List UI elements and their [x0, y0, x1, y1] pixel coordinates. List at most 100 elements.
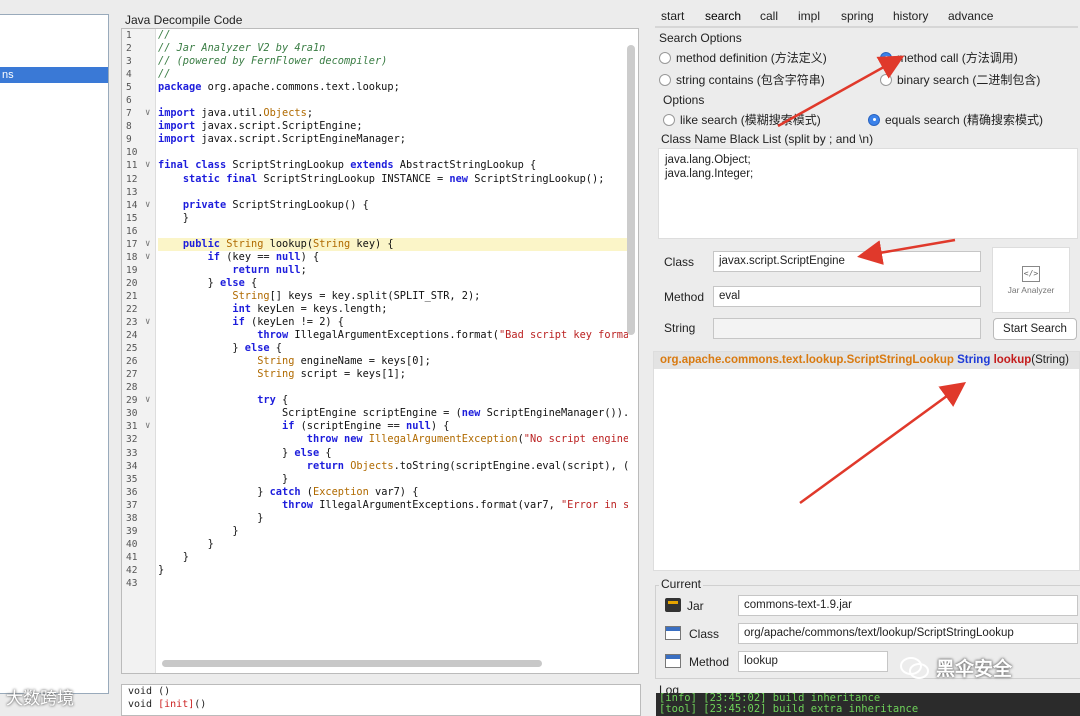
code-line[interactable]: String script = keys[1]; [158, 368, 628, 381]
code-line[interactable]: throw new IllegalArgumentException("No s… [158, 433, 628, 446]
code-line[interactable]: // [158, 29, 628, 42]
code-line[interactable] [158, 186, 628, 199]
fold-toggle-icon[interactable]: ∨ [145, 107, 150, 120]
code-line[interactable]: throw IllegalArgumentExceptions.format("… [158, 329, 628, 342]
code-horizontal-scrollbar[interactable] [162, 660, 542, 667]
start-search-button[interactable]: Start Search [993, 318, 1077, 340]
line-number: 15 [126, 212, 138, 224]
code-line[interactable]: } else { [158, 342, 628, 355]
line-number: 27 [126, 369, 138, 381]
code-line[interactable]: return null; [158, 264, 628, 277]
line-number: 19 [126, 264, 138, 276]
code-line[interactable]: final class ScriptStringLookup extends A… [158, 159, 628, 172]
fold-toggle-icon[interactable]: ∨ [145, 238, 150, 251]
code-line[interactable]: ScriptEngine scriptEngine = (new ScriptE… [158, 407, 628, 420]
tree-item-selected[interactable]: ns [0, 67, 108, 83]
tab-history[interactable]: history [893, 9, 928, 23]
code-line[interactable]: } catch (Exception var7) { [158, 486, 628, 499]
string-input[interactable] [713, 318, 981, 339]
tab-call[interactable]: call [760, 9, 778, 23]
method-list[interactable]: void () void [init]() [121, 684, 641, 716]
code-line[interactable]: String engineName = keys[0]; [158, 355, 628, 368]
tab-search[interactable]: search [705, 9, 741, 23]
method-list-item[interactable]: void [init]() [122, 698, 640, 711]
code-line[interactable]: // [158, 68, 628, 81]
code-line[interactable]: // (powered by FernFlower decompiler) [158, 55, 628, 68]
method-input[interactable]: eval [713, 286, 981, 307]
tab-impl[interactable]: impl [798, 9, 820, 23]
radio-indicator [659, 73, 671, 86]
tab-start[interactable]: start [661, 9, 684, 23]
fold-toggle-icon[interactable]: ∨ [145, 316, 150, 329]
code-line[interactable]: import java.util.Objects; [158, 107, 628, 120]
fold-toggle-icon[interactable]: ∨ [145, 159, 150, 172]
tab-spring[interactable]: spring [841, 9, 874, 23]
line-number: 37 [126, 499, 138, 511]
current-title: Current [659, 577, 704, 591]
current-method-value[interactable]: lookup [738, 651, 888, 672]
log-console[interactable]: [info] [23:45:02] build inheritance [too… [656, 693, 1080, 716]
radio-method-definition[interactable]: method definition (方法定义) [659, 49, 827, 66]
code-line[interactable]: if (keyLen != 2) { [158, 316, 628, 329]
radio-like-search[interactable]: like search (模糊搜索模式) [663, 111, 821, 128]
fold-toggle-icon[interactable]: ∨ [145, 420, 150, 433]
code-line[interactable]: throw IllegalArgumentExceptions.format(v… [158, 499, 628, 512]
fold-toggle-icon[interactable]: ∨ [145, 394, 150, 407]
radio-binary-search[interactable]: binary search (二进制包含) [880, 71, 1040, 88]
code-text-area[interactable]: //// Jar Analyzer V2 by 4ra1n// (powered… [158, 29, 628, 673]
radio-method-call[interactable]: method call (方法调用) [880, 49, 1018, 66]
code-line[interactable]: } [158, 512, 628, 525]
line-number: 1 [126, 30, 132, 41]
code-line[interactable]: // Jar Analyzer V2 by 4ra1n [158, 42, 628, 55]
left-tree-panel[interactable]: ns [0, 14, 109, 694]
code-line[interactable]: return Objects.toString(scriptEngine.eva… [158, 460, 628, 473]
code-line[interactable]: public String lookup(String key) { [158, 237, 628, 251]
radio-indicator-selected [880, 51, 892, 64]
code-line[interactable]: private ScriptStringLookup() { [158, 199, 628, 212]
jar-analyzer-logo: </> Jar Analyzer [992, 247, 1070, 313]
blacklist-textarea[interactable]: java.lang.Object; java.lang.Integer; [658, 148, 1078, 239]
code-line[interactable]: } [158, 538, 628, 551]
code-line[interactable]: } [158, 525, 628, 538]
code-line[interactable]: import javax.script.ScriptEngine; [158, 120, 628, 133]
current-jar-label: Jar [687, 599, 704, 613]
search-results-list[interactable]: org.apache.commons.text.lookup.ScriptStr… [653, 351, 1080, 571]
line-number: 8 [126, 121, 132, 133]
method-list-item[interactable]: void () [122, 685, 640, 698]
code-line[interactable]: String[] keys = key.split(SPLIT_STR, 2); [158, 290, 628, 303]
result-item[interactable]: org.apache.commons.text.lookup.ScriptStr… [654, 352, 1079, 369]
line-number: 33 [126, 447, 138, 459]
line-number: 10 [126, 147, 138, 159]
code-line[interactable]: static final ScriptStringLookup INSTANCE… [158, 173, 628, 186]
code-line[interactable]: } [158, 564, 628, 577]
code-line[interactable]: package org.apache.commons.text.lookup; [158, 81, 628, 94]
code-line[interactable]: if (key == null) { [158, 251, 628, 264]
code-line[interactable]: if (scriptEngine == null) { [158, 420, 628, 433]
code-editor[interactable]: 1 2 3 4 5 6 7 ∨ 8 9 10 11 ∨ 12 13 14 ∨ 15 16 17 ∨ 18 ∨ 19 20 21 22… [121, 28, 639, 674]
current-class-value[interactable]: org/apache/commons/text/lookup/ScriptStr… [738, 623, 1078, 644]
line-number: 22 [126, 303, 138, 315]
class-input[interactable]: javax.script.ScriptEngine [713, 251, 981, 272]
code-line[interactable]: } else { [158, 277, 628, 290]
code-line[interactable]: } else { [158, 447, 628, 460]
code-line[interactable]: int keyLen = keys.length; [158, 303, 628, 316]
code-vertical-scrollbar[interactable] [627, 45, 635, 335]
code-line[interactable]: } [158, 551, 628, 564]
current-jar-value[interactable]: commons-text-1.9.jar [738, 595, 1078, 616]
code-line[interactable] [158, 146, 628, 159]
radio-string-contains[interactable]: string contains (包含字符串) [659, 71, 825, 88]
code-line[interactable]: try { [158, 394, 628, 407]
radio-equals-search[interactable]: equals search (精确搜索模式) [868, 111, 1043, 128]
fold-toggle-icon[interactable]: ∨ [145, 199, 150, 212]
code-line[interactable]: } [158, 212, 628, 225]
tab-advance[interactable]: advance [948, 9, 993, 23]
current-method-label: Method [689, 655, 730, 669]
code-line[interactable] [158, 225, 628, 238]
code-line[interactable] [158, 381, 628, 394]
code-line[interactable]: } [158, 473, 628, 486]
fold-toggle-icon[interactable]: ∨ [145, 251, 150, 264]
code-line[interactable] [158, 577, 628, 590]
code-line[interactable] [158, 94, 628, 107]
logo-caption: Jar Analyzer [1007, 284, 1055, 295]
code-line[interactable]: import javax.script.ScriptEngineManager; [158, 133, 628, 146]
